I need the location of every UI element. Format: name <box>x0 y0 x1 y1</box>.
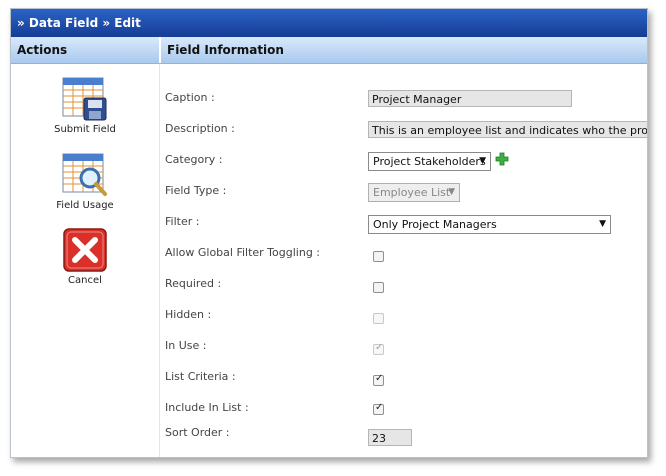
category-label: Category : <box>165 153 223 166</box>
cancel-label: Cancel <box>68 275 102 286</box>
chevron-down-icon: ▼ <box>599 219 606 229</box>
category-select[interactable]: Project Stakeholders ▼ <box>368 152 491 171</box>
data-field-edit-window: » Data Field » Edit Actions Field Inform… <box>10 8 648 458</box>
description-label: Description : <box>165 122 235 135</box>
include-in-list-label: Include In List : <box>165 401 249 414</box>
section-headers: Actions Field Information <box>11 37 647 64</box>
submit-field-button[interactable]: Submit Field <box>11 76 159 135</box>
add-category-icon[interactable] <box>495 152 509 166</box>
in-use-label: In Use : <box>165 339 207 352</box>
caption-input[interactable]: Project Manager <box>368 90 572 107</box>
hidden-row: Hidden : <box>161 303 647 327</box>
required-checkbox[interactable] <box>373 282 384 293</box>
required-row: Required : <box>161 272 647 296</box>
field-information-header: Field Information <box>167 43 284 57</box>
in-use-row: In Use : ✓ <box>161 334 647 358</box>
cancel-icon <box>62 227 108 273</box>
caption-row: Caption : Project Manager <box>161 86 647 110</box>
category-value: Project Stakeholders <box>373 155 486 168</box>
chevron-down-icon: ▼ <box>479 156 486 166</box>
chevron-down-icon: ▼ <box>448 187 455 197</box>
caption-label: Caption : <box>165 91 215 104</box>
allow-global-filter-label: Allow Global Filter Toggling : <box>165 246 320 259</box>
list-criteria-row: List Criteria : ✓ <box>161 365 647 389</box>
filter-select[interactable]: Only Project Managers ▼ <box>368 215 611 234</box>
field-usage-label: Field Usage <box>56 200 114 211</box>
category-control: Project Stakeholders ▼ <box>368 152 518 172</box>
actions-panel: Submit Field Field Usage Cancel <box>11 64 160 457</box>
include-in-list-row: Include In List : ✓ <box>161 396 647 420</box>
field-type-row: Field Type : Employee List ▼ <box>161 179 647 203</box>
page-title: » Data Field » Edit <box>11 9 647 37</box>
list-criteria-label: List Criteria : <box>165 370 236 383</box>
checkmark-icon: ✓ <box>375 342 384 353</box>
submit-field-icon <box>62 76 108 122</box>
submit-field-label: Submit Field <box>54 124 116 135</box>
filter-value: Only Project Managers <box>373 218 497 231</box>
description-row: Description : This is an employee list a… <box>161 117 647 141</box>
field-information-form: Caption : Project Manager Description : … <box>161 64 647 457</box>
field-type-label: Field Type : <box>165 184 227 197</box>
sort-order-row: Sort Order : 23 <box>161 421 647 446</box>
hidden-label: Hidden : <box>165 308 212 321</box>
hidden-checkbox[interactable] <box>373 313 384 324</box>
sort-order-label: Sort Order : <box>165 426 230 439</box>
checkmark-icon: ✓ <box>375 373 384 384</box>
actions-header: Actions <box>11 37 161 63</box>
field-usage-icon <box>62 152 108 198</box>
filter-row: Filter : Only Project Managers ▼ <box>161 210 647 234</box>
checkmark-icon: ✓ <box>375 402 384 413</box>
include-in-list-checkbox[interactable]: ✓ <box>373 402 384 415</box>
cancel-button[interactable]: Cancel <box>11 227 159 286</box>
description-input[interactable]: This is an employee list and indicates w… <box>368 121 647 138</box>
field-usage-button[interactable]: Field Usage <box>11 152 159 211</box>
field-type-select[interactable]: Employee List ▼ <box>368 183 460 202</box>
allow-global-filter-row: Allow Global Filter Toggling : <box>161 241 647 265</box>
sort-order-input[interactable]: 23 <box>368 429 412 446</box>
in-use-checkbox[interactable]: ✓ <box>373 342 384 355</box>
allow-global-filter-checkbox[interactable] <box>373 251 384 262</box>
category-row: Category : Project Stakeholders ▼ <box>161 148 647 172</box>
required-label: Required : <box>165 277 222 290</box>
field-type-value: Employee List <box>373 186 451 199</box>
list-criteria-checkbox[interactable]: ✓ <box>373 373 384 386</box>
filter-label: Filter : <box>165 215 200 228</box>
